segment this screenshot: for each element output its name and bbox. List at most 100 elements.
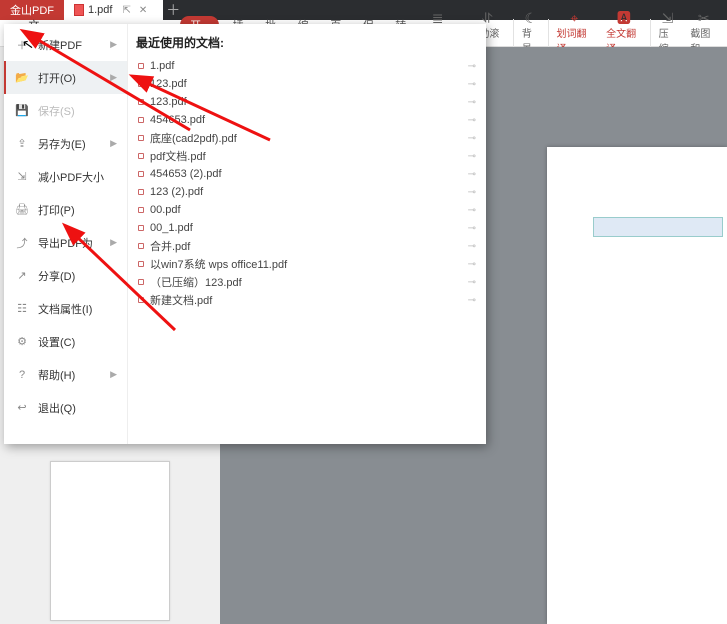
pin-icon[interactable]: ⊸ [468,259,476,270]
close-tab-icon[interactable]: ✕ [139,5,147,16]
file-icon [138,279,144,285]
recent-item[interactable]: 123.pdf ⊸ [136,93,478,111]
menu-item[interactable]: ↩ 退出(Q) [4,391,127,424]
recent-item[interactable]: 454653.pdf ⊸ [136,111,478,129]
screenshot-icon: ✂ [698,11,710,25]
menu-item-label: 打印(P) [38,202,75,218]
menu-item-label: 另存为(E) [38,136,86,152]
file-icon [138,207,144,213]
menu-item-label: 帮助(H) [38,367,75,383]
file-icon [138,135,144,141]
recent-item[interactable]: （已压缩）123.pdf ⊸ [136,273,478,291]
pin-icon[interactable]: ⊸ [468,151,476,162]
recent-item[interactable]: 1.pdf ⊸ [136,57,478,75]
menu-item[interactable]: ⇲减小PDF大小 [4,160,127,193]
menu-item-label: 文档属性(I) [38,301,92,317]
menu-item-label: 退出(Q) [38,400,76,416]
file-icon [138,99,144,105]
recent-item[interactable]: 00_1.pdf⊸ [136,219,478,237]
file-icon [138,225,144,231]
recent-item-name: 合并.pdf [150,238,190,254]
recent-item-name: 454653.pdf [150,114,205,126]
menu-item-label: 设置(C) [38,334,75,350]
menu-item-icon: ⚙ [14,334,30,350]
moon-icon: ☾ [524,11,537,25]
recent-item[interactable]: 新建文档.pdf ⊸ [136,291,478,309]
recent-item[interactable]: 454653 (2).pdf ⊸ [136,165,478,183]
menu-item-icon: ⤴ [14,235,30,251]
menu-item-icon: 🖨 [14,202,30,218]
recent-item-name: 以win7系统 wps office11.pdf [150,256,287,272]
recent-item-name: 底座(cad2pdf).pdf [150,130,237,146]
chevron-right-icon: ▶ [110,369,117,380]
pin-icon[interactable]: ⊸ [468,295,476,306]
embedded-preview [593,217,723,237]
recent-item-name: 1.pdf [150,60,174,72]
recent-item-name: 123.pdf [150,96,187,108]
menu-item-label: 导出PDF为 [38,235,93,251]
translate-full-icon: 🅰 [617,11,631,25]
menu-item-label: 新建PDF [38,37,82,53]
menu-item[interactable]: ⚙ 设置(C) [4,325,127,358]
recent-item-name: 454653 (2).pdf [150,168,222,180]
recent-item-name: （已压缩）123.pdf [150,274,242,290]
thumbnail-page [50,461,170,621]
menu-item-icon: ⇲ [14,169,30,185]
pin-icon[interactable]: ⊸ [468,277,476,288]
menu-item-label: 打开(O) [38,70,76,86]
menu-item[interactable]: ☷ 文档属性(I) [4,292,127,325]
file-icon [138,81,144,87]
menu-item-icon: 📂 [14,70,30,86]
pin-icon[interactable]: ⊸ [468,223,476,234]
menu-item[interactable]: ⇪ 另存为(E) ▶ [4,127,127,160]
chevron-right-icon: ▶ [110,72,117,83]
file-icon [138,261,144,267]
recent-item[interactable]: 合并.pdf ⊸ [136,237,478,255]
pin-icon[interactable]: ⊸ [468,133,476,144]
file-menu-popover: ＋新建PDF▶📂打开(O)▶💾保存(S)⇪另存为(E)▶⇲减小PDF大小🖨打印(… [4,24,486,444]
pin-icon[interactable]: ⊸ [468,79,476,90]
file-icon [138,297,144,303]
recent-documents-panel: 最近使用的文档: 1.pdf⊸123.pdf⊸123.pdf⊸454653.pd… [128,24,486,444]
file-icon [138,189,144,195]
file-icon [138,171,144,177]
menu-item-icon: ☷ [14,301,30,317]
chevron-right-icon: ▶ [110,237,117,248]
recent-item[interactable]: 以win7系统 wps office11.pdf ⊸ [136,255,478,273]
pin-icon[interactable]: ⊸ [468,61,476,72]
file-menu-list: ＋新建PDF▶📂打开(O)▶💾保存(S)⇪另存为(E)▶⇲减小PDF大小🖨打印(… [4,24,128,444]
menu-item-icon: ? [14,367,30,383]
pin-tab-icon[interactable]: ⇱ [122,5,130,16]
pin-icon[interactable]: ⊸ [468,169,476,180]
menu-item[interactable]: 🖨 打印(P) [4,193,127,226]
recent-item[interactable]: 底座(cad2pdf).pdf ⊸ [136,129,478,147]
recent-item[interactable]: 123.pdf⊸ [136,75,478,93]
recent-item[interactable]: 123 (2).pdf ⊸ [136,183,478,201]
pin-icon[interactable]: ⊸ [468,187,476,198]
recent-item[interactable]: 00.pdf ⊸ [136,201,478,219]
menu-item[interactable]: ⤴ 导出PDF为 ▶ [4,226,127,259]
menu-item-icon: ⇪ [14,136,30,152]
recent-item-name: 123 (2).pdf [150,186,203,198]
recent-item-name: pdf文档.pdf [150,148,206,164]
menu-item-icon: ↗ [14,268,30,284]
pdf-icon [74,4,84,16]
menu-item[interactable]: 📂 打开(O) ▶ [4,61,127,94]
pin-icon[interactable]: ⊸ [468,115,476,126]
menu-item: 💾保存(S) [4,94,127,127]
translate-line-icon: ⌖ [570,11,578,25]
menu-item[interactable]: ? 帮助(H) ▶ [4,358,127,391]
menu-item-icon: ↩ [14,400,30,416]
pin-icon[interactable]: ⊸ [468,205,476,216]
recent-item-name: 00.pdf [150,204,181,216]
menu-item-label: 保存(S) [38,103,75,119]
menu-item[interactable]: ↗分享(D) [4,259,127,292]
recent-item-name: 新建文档.pdf [150,292,212,308]
pin-icon[interactable]: ⊸ [468,97,476,108]
chevron-right-icon: ▶ [110,138,117,149]
pin-icon[interactable]: ⊸ [468,241,476,252]
thumbnail[interactable]: 2 [35,461,185,624]
recent-item[interactable]: pdf文档.pdf ⊸ [136,147,478,165]
file-icon [138,153,144,159]
continuous-icon: ≣ [432,11,444,25]
